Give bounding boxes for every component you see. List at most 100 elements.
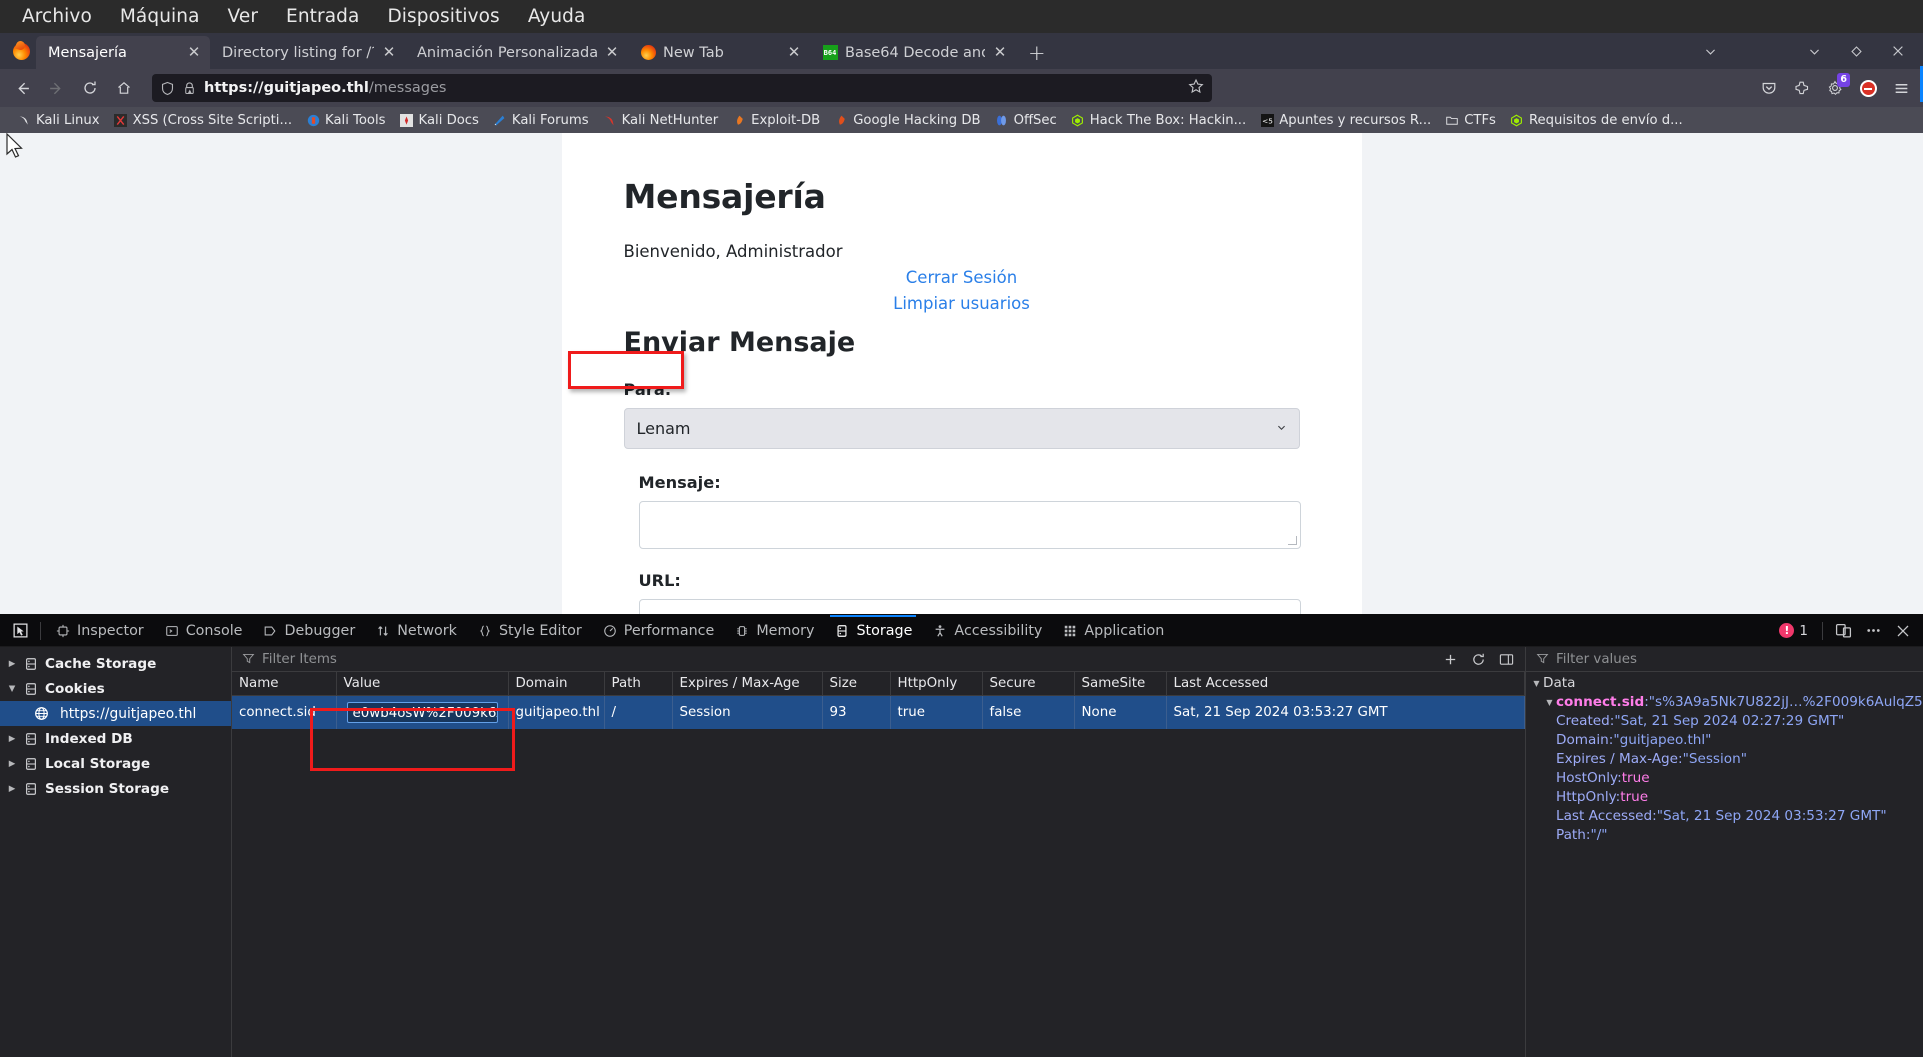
new-tab-button[interactable]: +	[1016, 36, 1058, 69]
more-options-icon[interactable]	[1859, 618, 1887, 644]
col-secure[interactable]: Secure	[982, 672, 1075, 696]
devtools-tab-memory[interactable]: Memory	[724, 615, 824, 646]
col-samesite[interactable]: SameSite	[1074, 672, 1167, 696]
tree-item-local-storage[interactable]: ▶ Local Storage	[0, 751, 231, 776]
col-size[interactable]: Size	[822, 672, 891, 696]
values-root-data[interactable]: ▼ Data	[1526, 674, 1923, 693]
devtools-tab-application[interactable]: Application	[1052, 615, 1174, 646]
tab-close-icon[interactable]: ✕	[786, 45, 802, 60]
tree-item-indexed-db[interactable]: ▶ Indexed DB	[0, 726, 231, 751]
element-picker-icon[interactable]	[4, 616, 36, 646]
bookmark-kali-tools[interactable]: Kali Tools	[299, 111, 393, 130]
col-httponly[interactable]: HttpOnly	[890, 672, 983, 696]
devtools-tab-debugger[interactable]: Debugger	[252, 615, 365, 646]
clear-users-link[interactable]: Limpiar usuarios	[624, 294, 1300, 313]
error-count-badge[interactable]: ! 1	[1779, 623, 1816, 639]
vm-menu-entrada[interactable]: Entrada	[272, 3, 373, 30]
chevron-down-icon[interactable]: ▼	[6, 684, 18, 694]
reload-icon[interactable]	[74, 73, 106, 103]
tree-item-session-storage[interactable]: ▶ Session Storage	[0, 776, 231, 801]
col-expires[interactable]: Expires / Max-Age	[672, 672, 823, 696]
tab-close-icon[interactable]: ✕	[992, 45, 1008, 60]
vm-menu-ver[interactable]: Ver	[214, 3, 273, 30]
table-row[interactable]: connect.sid e0wb4osW%2F009k6AulqZ5o guit…	[232, 695, 1525, 729]
values-cookie-row[interactable]: ▼ connect.sid: "s%3A9a5Nk7U822jJ…%2F009k6…	[1526, 693, 1923, 712]
col-last-accessed[interactable]: Last Accessed	[1166, 672, 1525, 696]
cell-value[interactable]: e0wb4osW%2F009k6AulqZ5o	[336, 695, 509, 729]
devtools-tab-performance[interactable]: Performance	[592, 615, 725, 646]
bookmark-requisitos-envio[interactable]: Requisitos de envío d...	[1503, 111, 1690, 130]
hamburger-menu-icon[interactable]	[1885, 73, 1917, 103]
chevron-down-icon[interactable]: ▼	[1530, 674, 1543, 693]
shield-icon[interactable]	[160, 81, 175, 96]
url-input[interactable]	[638, 599, 1301, 614]
minimize-chevron-down-icon[interactable]	[1793, 34, 1835, 68]
bookmark-apuntes[interactable]: <5 Apuntes y recursos R...	[1253, 111, 1438, 130]
tree-item-guitjapeo-host[interactable]: https://guitjapeo.thl	[0, 701, 231, 726]
vm-menu-ayuda[interactable]: Ayuda	[514, 3, 600, 30]
tab-close-icon[interactable]: ✕	[186, 45, 202, 60]
close-devtools-icon[interactable]	[1889, 618, 1917, 644]
vm-menu-archivo[interactable]: Archivo	[8, 3, 106, 30]
bookmark-exploit-db[interactable]: Exploit-DB	[725, 111, 827, 130]
filter-values-input[interactable]: Filter values	[1556, 652, 1637, 667]
tab-close-icon[interactable]: ✕	[604, 45, 620, 60]
tab-directory-listing[interactable]: Directory listing for /?data= ✕	[210, 36, 405, 69]
bookmark-kali-linux[interactable]: Kali Linux	[10, 111, 107, 130]
tab-animacion-personalizada[interactable]: Animación Personalizada ✕	[405, 36, 628, 69]
bookmark-kali-forums[interactable]: Kali Forums	[486, 111, 596, 130]
bookmark-star-icon[interactable]	[1188, 78, 1204, 98]
tab-close-icon[interactable]: ✕	[381, 45, 397, 60]
devtools-tab-accessibility[interactable]: Accessibility	[922, 615, 1052, 646]
devtools-tab-console[interactable]: Console	[154, 615, 253, 646]
account-icon[interactable]	[1786, 73, 1818, 103]
bookmark-google-hacking-db[interactable]: Google Hacking DB	[827, 111, 987, 130]
chevron-right-icon[interactable]: ▶	[6, 734, 18, 744]
bookmark-ctfs-folder[interactable]: CTFs	[1438, 111, 1503, 130]
close-window-icon[interactable]	[1877, 34, 1919, 68]
bookmark-xss[interactable]: XSS (Cross Site Scripti...	[107, 111, 299, 130]
gear-icon[interactable]: 6	[1819, 73, 1851, 103]
back-arrow-icon[interactable]	[6, 73, 38, 103]
add-item-icon[interactable]	[1437, 647, 1463, 671]
forward-arrow-icon[interactable]	[40, 73, 72, 103]
home-icon[interactable]	[108, 73, 140, 103]
col-path[interactable]: Path	[604, 672, 673, 696]
col-name[interactable]: Name	[232, 672, 337, 696]
tab-base64[interactable]: B64 Base64 Decode and Enco ✕	[810, 36, 1016, 69]
tree-item-cookies[interactable]: ▼ Cookies	[0, 676, 231, 701]
toggle-sidebar-icon[interactable]	[1493, 647, 1519, 671]
devtools-tab-inspector[interactable]: Inspector	[45, 615, 154, 646]
filter-items-input[interactable]: Filter Items	[262, 652, 337, 667]
logout-link[interactable]: Cerrar Sesión	[624, 268, 1300, 287]
col-domain[interactable]: Domain	[508, 672, 605, 696]
chevron-down-icon[interactable]: ▼	[1543, 693, 1556, 712]
tab-mensajeria[interactable]: Mensajería ✕	[36, 36, 210, 69]
refresh-icon[interactable]	[1465, 647, 1491, 671]
vm-menu-maquina[interactable]: Máquina	[106, 3, 214, 30]
bookmark-kali-nethunter[interactable]: Kali NetHunter	[596, 111, 726, 130]
tree-item-cache-storage[interactable]: ▶ Cache Storage	[0, 651, 231, 676]
bookmark-kali-docs[interactable]: Kali Docs	[393, 111, 486, 130]
chevron-right-icon[interactable]: ▶	[6, 659, 18, 669]
chevron-right-icon[interactable]: ▶	[6, 784, 18, 794]
col-value[interactable]: Value	[336, 672, 509, 696]
devtools-tab-style-editor[interactable]: Style Editor	[467, 615, 592, 646]
ublock-icon[interactable]	[1852, 73, 1884, 103]
url-bar[interactable]: https://guitjapeo.thl/messages	[152, 74, 1212, 102]
tab-new-tab[interactable]: New Tab ✕	[628, 36, 810, 69]
bookmark-hack-the-box[interactable]: Hack The Box: Hackin...	[1064, 111, 1253, 130]
message-textarea[interactable]	[638, 501, 1301, 549]
maximize-diamond-icon[interactable]	[1835, 34, 1877, 68]
chevron-right-icon[interactable]: ▶	[6, 759, 18, 769]
pocket-icon[interactable]	[1753, 73, 1785, 103]
lock-warning-icon[interactable]	[182, 81, 197, 96]
vm-menu-dispositivos[interactable]: Dispositivos	[373, 3, 513, 30]
devtools-tab-network[interactable]: Network	[365, 615, 467, 646]
value-edit-field[interactable]: e0wb4osW%2F009k6AulqZ5o	[346, 702, 498, 723]
bookmark-offsec[interactable]: OffSec	[988, 111, 1064, 130]
list-all-tabs-chevron-down-icon[interactable]	[1689, 34, 1731, 68]
devtools-tab-storage[interactable]: Storage	[824, 615, 922, 646]
responsive-design-icon[interactable]	[1829, 618, 1857, 644]
recipient-select[interactable]: Lenam	[623, 408, 1300, 449]
